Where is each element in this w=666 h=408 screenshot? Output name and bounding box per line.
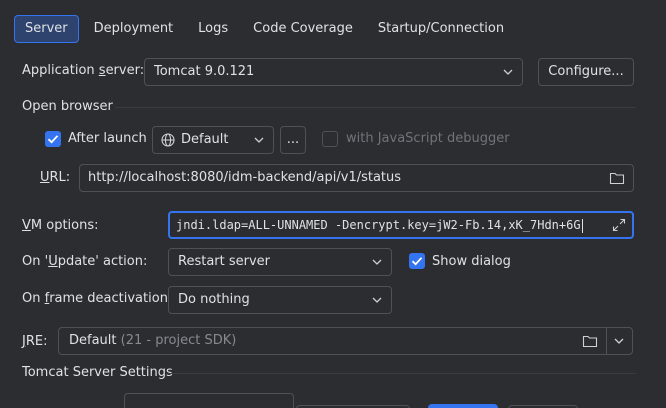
url-input[interactable]: http://localhost:8080/idm-backend/api/v1… (79, 164, 634, 192)
url-value: http://localhost:8080/idm-backend/api/v1… (88, 170, 402, 185)
tab-startup-connection[interactable]: Startup/Connection (368, 15, 514, 43)
application-server-select[interactable]: Tomcat 9.0.121 (144, 58, 523, 86)
tab-code-coverage[interactable]: Code Coverage (243, 15, 363, 43)
configure-button[interactable]: Configure... (538, 58, 634, 86)
chevron-down-icon (372, 259, 382, 265)
js-debugger-checkbox[interactable] (322, 131, 338, 147)
open-browser-title: Open browser (22, 99, 113, 114)
tab-server[interactable]: Server (14, 15, 79, 43)
vm-options-value: jndi.ldap=ALL-UNNAMED -Dencrypt.key=jW2-… (176, 218, 581, 232)
tomcat-settings-separator (168, 373, 636, 374)
on-frame-deactivation-select[interactable]: Do nothing (168, 286, 392, 314)
tab-bar: Server Deployment Logs Code Coverage Sta… (14, 15, 519, 43)
tab-deployment[interactable]: Deployment (84, 15, 184, 43)
show-dialog-label: Show dialog (432, 254, 511, 269)
chevron-down-icon (503, 69, 513, 75)
on-update-label: On 'Update' action: (22, 254, 148, 269)
js-debugger-label: with JavaScript debugger (346, 131, 510, 146)
browser-select[interactable]: Default (152, 126, 274, 154)
jre-divider (606, 328, 607, 354)
vm-options-input[interactable]: jndi.ldap=ALL-UNNAMED -Dencrypt.key=jW2-… (168, 211, 634, 239)
application-server-value: Tomcat 9.0.121 (154, 64, 255, 79)
expand-icon[interactable] (612, 218, 626, 232)
tomcat-settings-title: Tomcat Server Settings (22, 365, 173, 380)
after-launch-checkbox[interactable] (45, 131, 61, 147)
folder-icon[interactable] (609, 171, 625, 185)
jre-hint: (21 - project SDK) (120, 333, 237, 348)
on-frame-deactivation-label: On frame deactivation: (22, 291, 173, 306)
tab-logs[interactable]: Logs (188, 15, 238, 43)
folder-icon[interactable] (582, 334, 598, 348)
jre-label: JRE: (22, 334, 48, 349)
chevron-down-icon[interactable] (613, 328, 625, 354)
jre-select[interactable]: Default (21 - project SDK) (58, 327, 633, 355)
vm-options-label: VM options: (22, 218, 99, 233)
on-frame-deactivation-value: Do nothing (178, 292, 250, 307)
jre-value: Default (69, 333, 117, 348)
application-server-label: Application server: (22, 63, 145, 78)
after-launch-label: After launch (68, 131, 147, 146)
partial-primary-button[interactable] (428, 404, 498, 408)
checkmark-icon (47, 135, 59, 144)
open-browser-separator (115, 107, 636, 108)
on-update-select[interactable]: Restart server (168, 248, 392, 276)
globe-icon (161, 133, 175, 147)
checkmark-icon (411, 257, 423, 266)
browser-value: Default (181, 132, 229, 147)
show-dialog-checkbox[interactable] (409, 253, 425, 269)
chevron-down-icon (372, 297, 382, 303)
browser-more-button[interactable]: ... (280, 126, 306, 154)
url-label: URL: (40, 170, 71, 185)
partial-field[interactable] (124, 393, 294, 408)
on-update-value: Restart server (178, 254, 271, 269)
text-caret (581, 218, 583, 233)
chevron-down-icon (254, 137, 264, 143)
